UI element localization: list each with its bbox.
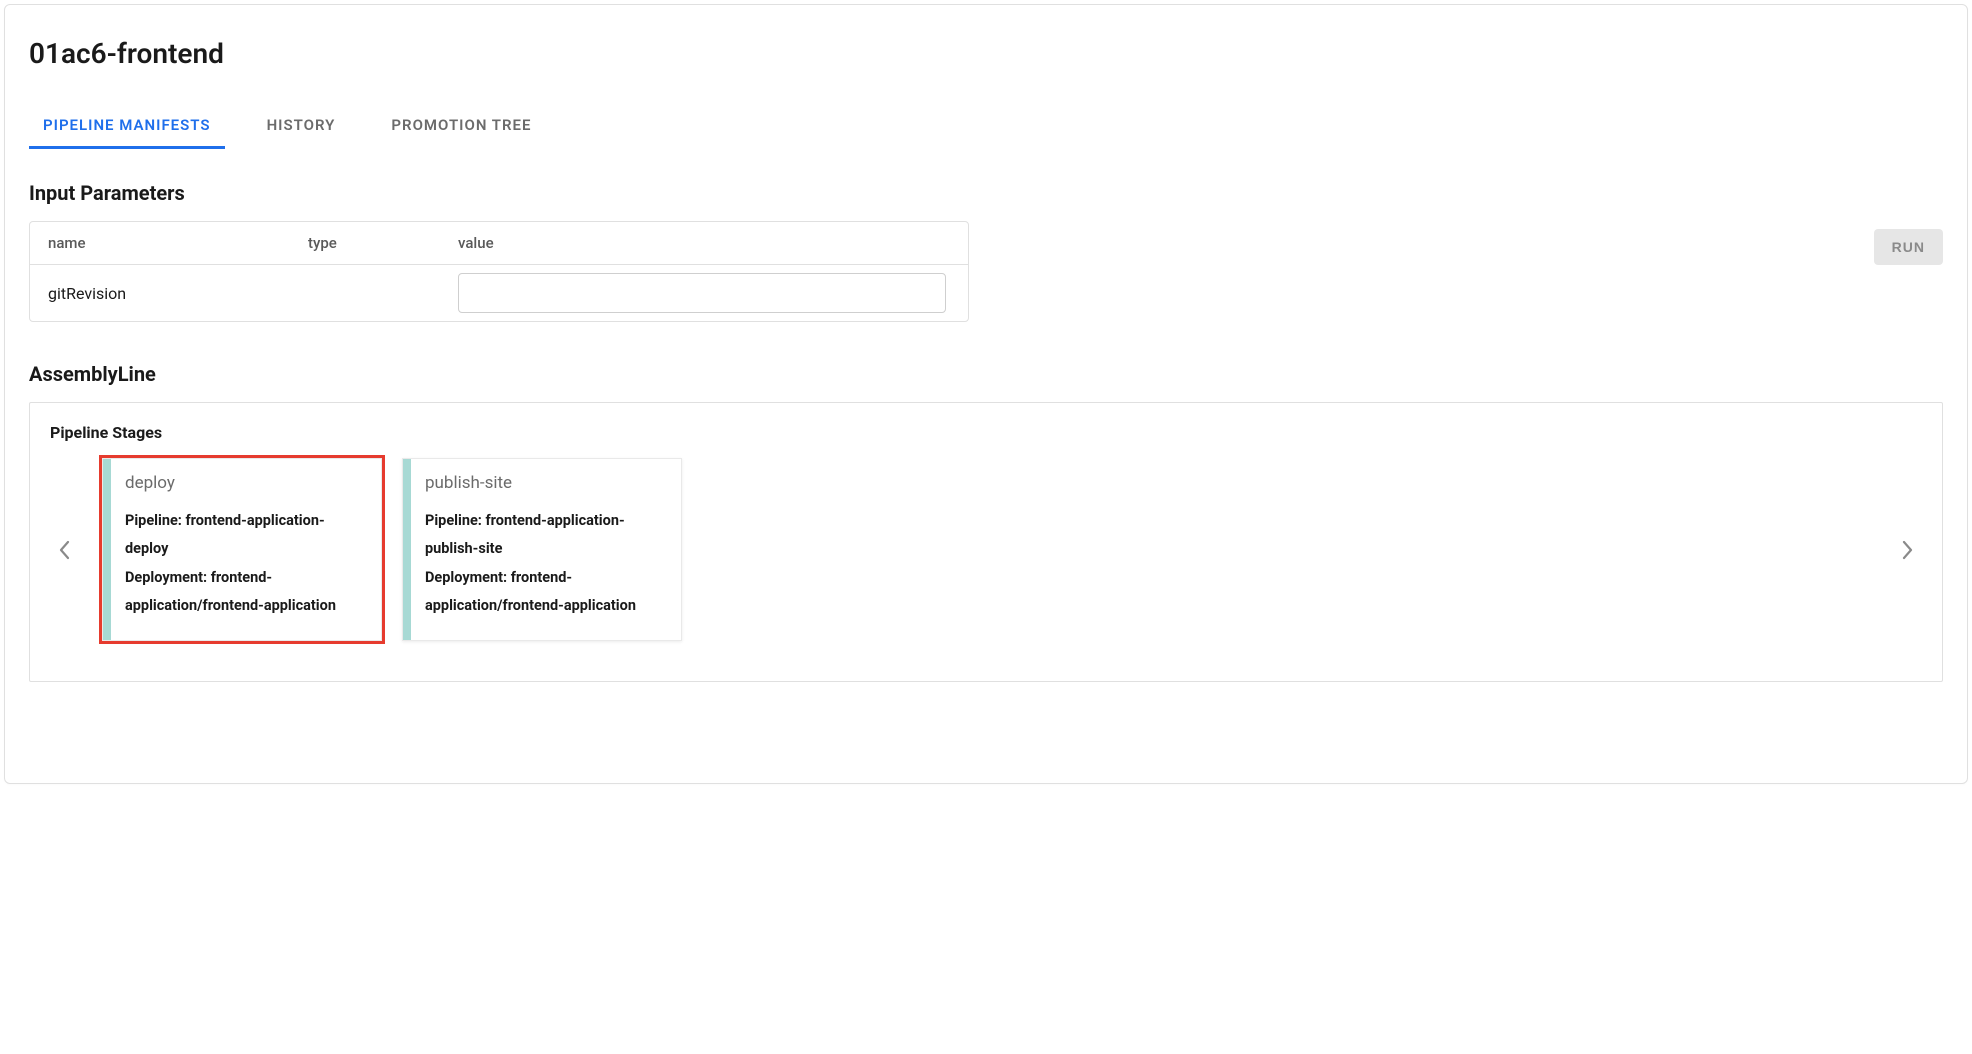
stage-deployment: Deployment: frontend-application/fronten… [125, 564, 365, 621]
chevron-left-icon [58, 539, 72, 561]
tab-history[interactable]: HISTORY [253, 106, 350, 148]
tab-promotion-tree[interactable]: PROMOTION TREE [377, 106, 545, 148]
param-value-cell [440, 265, 968, 321]
stages-next-button[interactable] [1892, 531, 1922, 569]
input-parameters-table: name type value gitRevision [29, 221, 969, 322]
pipeline-stages-label: Pipeline Stages [50, 423, 1922, 442]
tab-pipeline-manifests[interactable]: PIPELINE MANIFESTS [29, 106, 225, 148]
col-type: type [290, 222, 440, 264]
page-title: 01ac6-frontend [29, 37, 1943, 70]
run-button[interactable]: RUN [1874, 229, 1943, 265]
pipeline-page: 01ac6-frontend PIPELINE MANIFESTS HISTOR… [4, 4, 1968, 784]
tab-bar: PIPELINE MANIFESTS HISTORY PROMOTION TRE… [29, 106, 1943, 149]
chevron-right-icon [1900, 539, 1914, 561]
stage-pipeline: Pipeline: frontend-application-publish-s… [425, 507, 665, 564]
assemblyline-card: Pipeline Stages deploy Pipeline: fronten… [29, 402, 1943, 682]
stage-title: publish-site [425, 473, 665, 493]
stage-deployment: Deployment: frontend-application/fronten… [425, 564, 665, 621]
table-header: name type value [30, 222, 968, 265]
assemblyline-heading: AssemblyLine [29, 362, 1943, 386]
input-parameters-row: name type value gitRevision RUN [29, 221, 1943, 322]
stage-pipeline: Pipeline: frontend-application-deploy [125, 507, 365, 564]
table-row: gitRevision [30, 265, 968, 321]
stage-card-publish-site[interactable]: publish-site Pipeline: frontend-applicat… [402, 458, 682, 641]
col-name: name [30, 222, 290, 264]
param-name: gitRevision [30, 276, 290, 311]
stage-card-deploy[interactable]: deploy Pipeline: frontend-application-de… [102, 458, 382, 641]
stages-row: deploy Pipeline: frontend-application-de… [50, 458, 1922, 641]
stages-list: deploy Pipeline: frontend-application-de… [102, 458, 1870, 641]
stages-prev-button[interactable] [50, 531, 80, 569]
input-parameters-heading: Input Parameters [29, 181, 1943, 205]
stage-title: deploy [125, 473, 365, 493]
git-revision-input[interactable] [458, 273, 946, 313]
param-type [290, 285, 440, 301]
col-value: value [440, 222, 968, 264]
